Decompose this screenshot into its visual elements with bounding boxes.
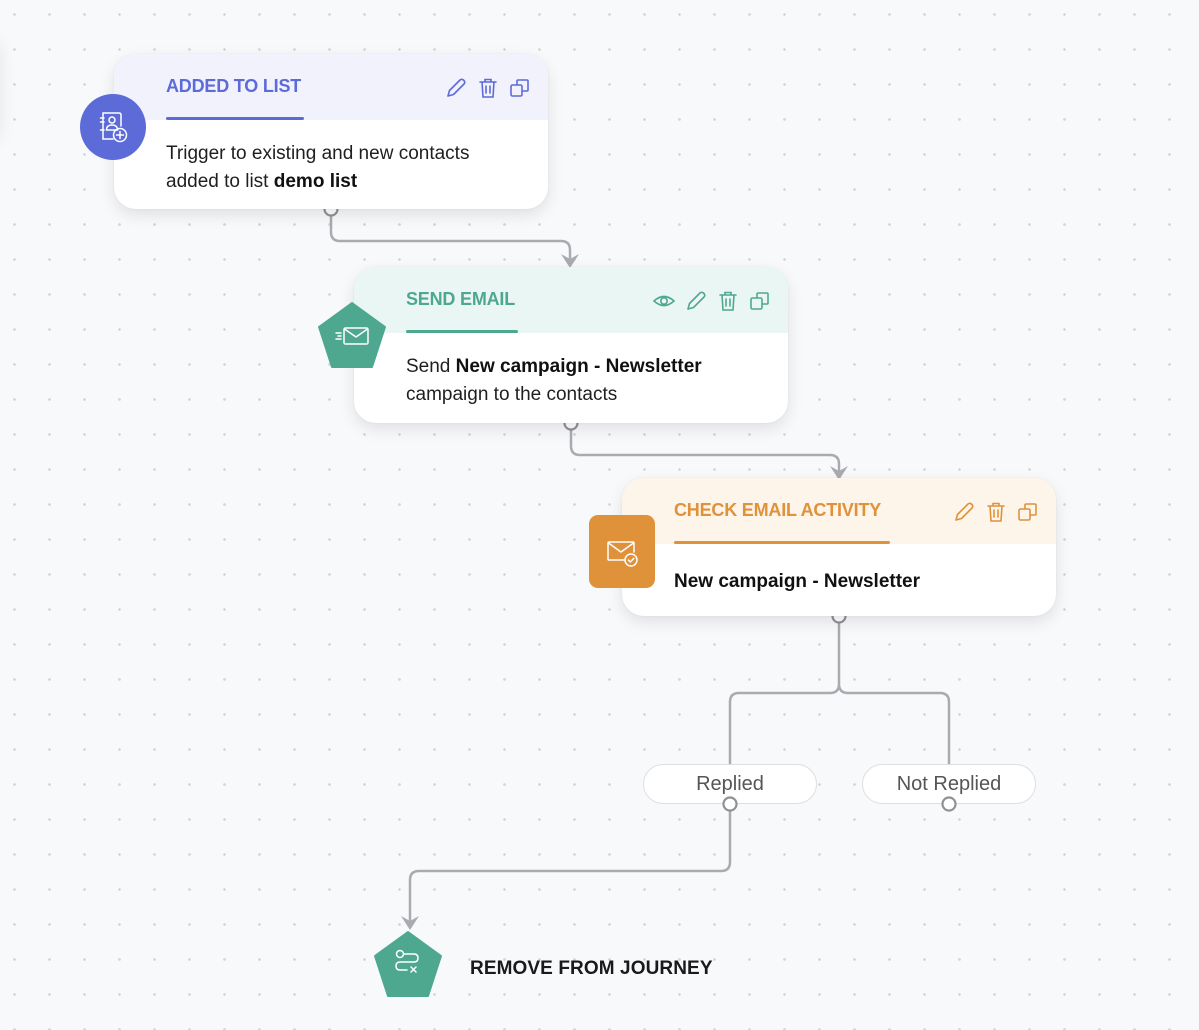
- branch-replied[interactable]: Replied: [643, 764, 817, 804]
- edit-icon[interactable]: [444, 76, 468, 100]
- title-underline: [166, 117, 304, 120]
- node-title: ADDED TO LIST: [166, 76, 302, 96]
- connector-trigger-to-send: [329, 214, 572, 264]
- node-header: SEND EMAIL: [354, 267, 788, 333]
- preview-eye-icon[interactable]: [652, 289, 676, 313]
- node-header: ADDED TO LIST: [114, 54, 548, 120]
- node-actions: [952, 500, 1040, 524]
- connector-check-to-branches: [728, 621, 951, 766]
- title-underline: [674, 541, 890, 544]
- arrowhead: [561, 254, 579, 268]
- remove-from-journey-label: REMOVE FROM JOURNEY: [470, 958, 713, 979]
- trigger-badge: [80, 94, 146, 160]
- node-check-email-activity[interactable]: CHECK EMAIL ACTIVITY New campaign - News…: [622, 478, 1056, 616]
- delete-icon[interactable]: [984, 500, 1008, 524]
- description-text: campaign to the contacts: [406, 384, 618, 405]
- remove-from-journey-badge[interactable]: [374, 931, 442, 997]
- list-add-contact-icon: [99, 112, 128, 143]
- node-added-to-list[interactable]: ADDED TO LIST Trigger to existing and ne…: [114, 54, 548, 209]
- connector-replied-to-exit: [408, 809, 732, 927]
- node-title: CHECK EMAIL ACTIVITY: [674, 500, 882, 520]
- duplicate-icon[interactable]: [508, 76, 532, 100]
- node-send-email[interactable]: SEND EMAIL Send New campaign - Newslette…: [354, 267, 788, 423]
- send-email-badge: [318, 302, 386, 368]
- node-description: New campaign - Newsletter: [622, 544, 1056, 596]
- connector-send-to-check: [569, 428, 841, 475]
- node-title: SEND EMAIL: [406, 289, 516, 309]
- node-actions: [444, 76, 532, 100]
- arrowhead: [401, 916, 419, 930]
- node-description: Send New campaign - Newsletter campaign …: [354, 333, 788, 409]
- delete-icon[interactable]: [476, 76, 500, 100]
- edit-icon[interactable]: [952, 500, 976, 524]
- duplicate-icon[interactable]: [748, 289, 772, 313]
- node-actions: [652, 289, 772, 313]
- edit-icon[interactable]: [684, 289, 708, 313]
- title-underline: [406, 330, 518, 333]
- node-header: CHECK EMAIL ACTIVITY: [622, 478, 1056, 544]
- campaign-name: New campaign - Newsletter: [455, 356, 702, 377]
- node-description: Trigger to existing and new contacts add…: [114, 120, 548, 196]
- pentagon-shape: [374, 931, 442, 997]
- campaign-name: New campaign - Newsletter: [674, 571, 921, 592]
- check-activity-badge: [589, 515, 655, 588]
- description-text: Send: [406, 356, 456, 377]
- list-name: demo list: [273, 171, 358, 192]
- branch-not-replied[interactable]: Not Replied: [862, 764, 1036, 804]
- duplicate-icon[interactable]: [1016, 500, 1040, 524]
- email-check-icon: [607, 540, 638, 567]
- delete-icon[interactable]: [716, 289, 740, 313]
